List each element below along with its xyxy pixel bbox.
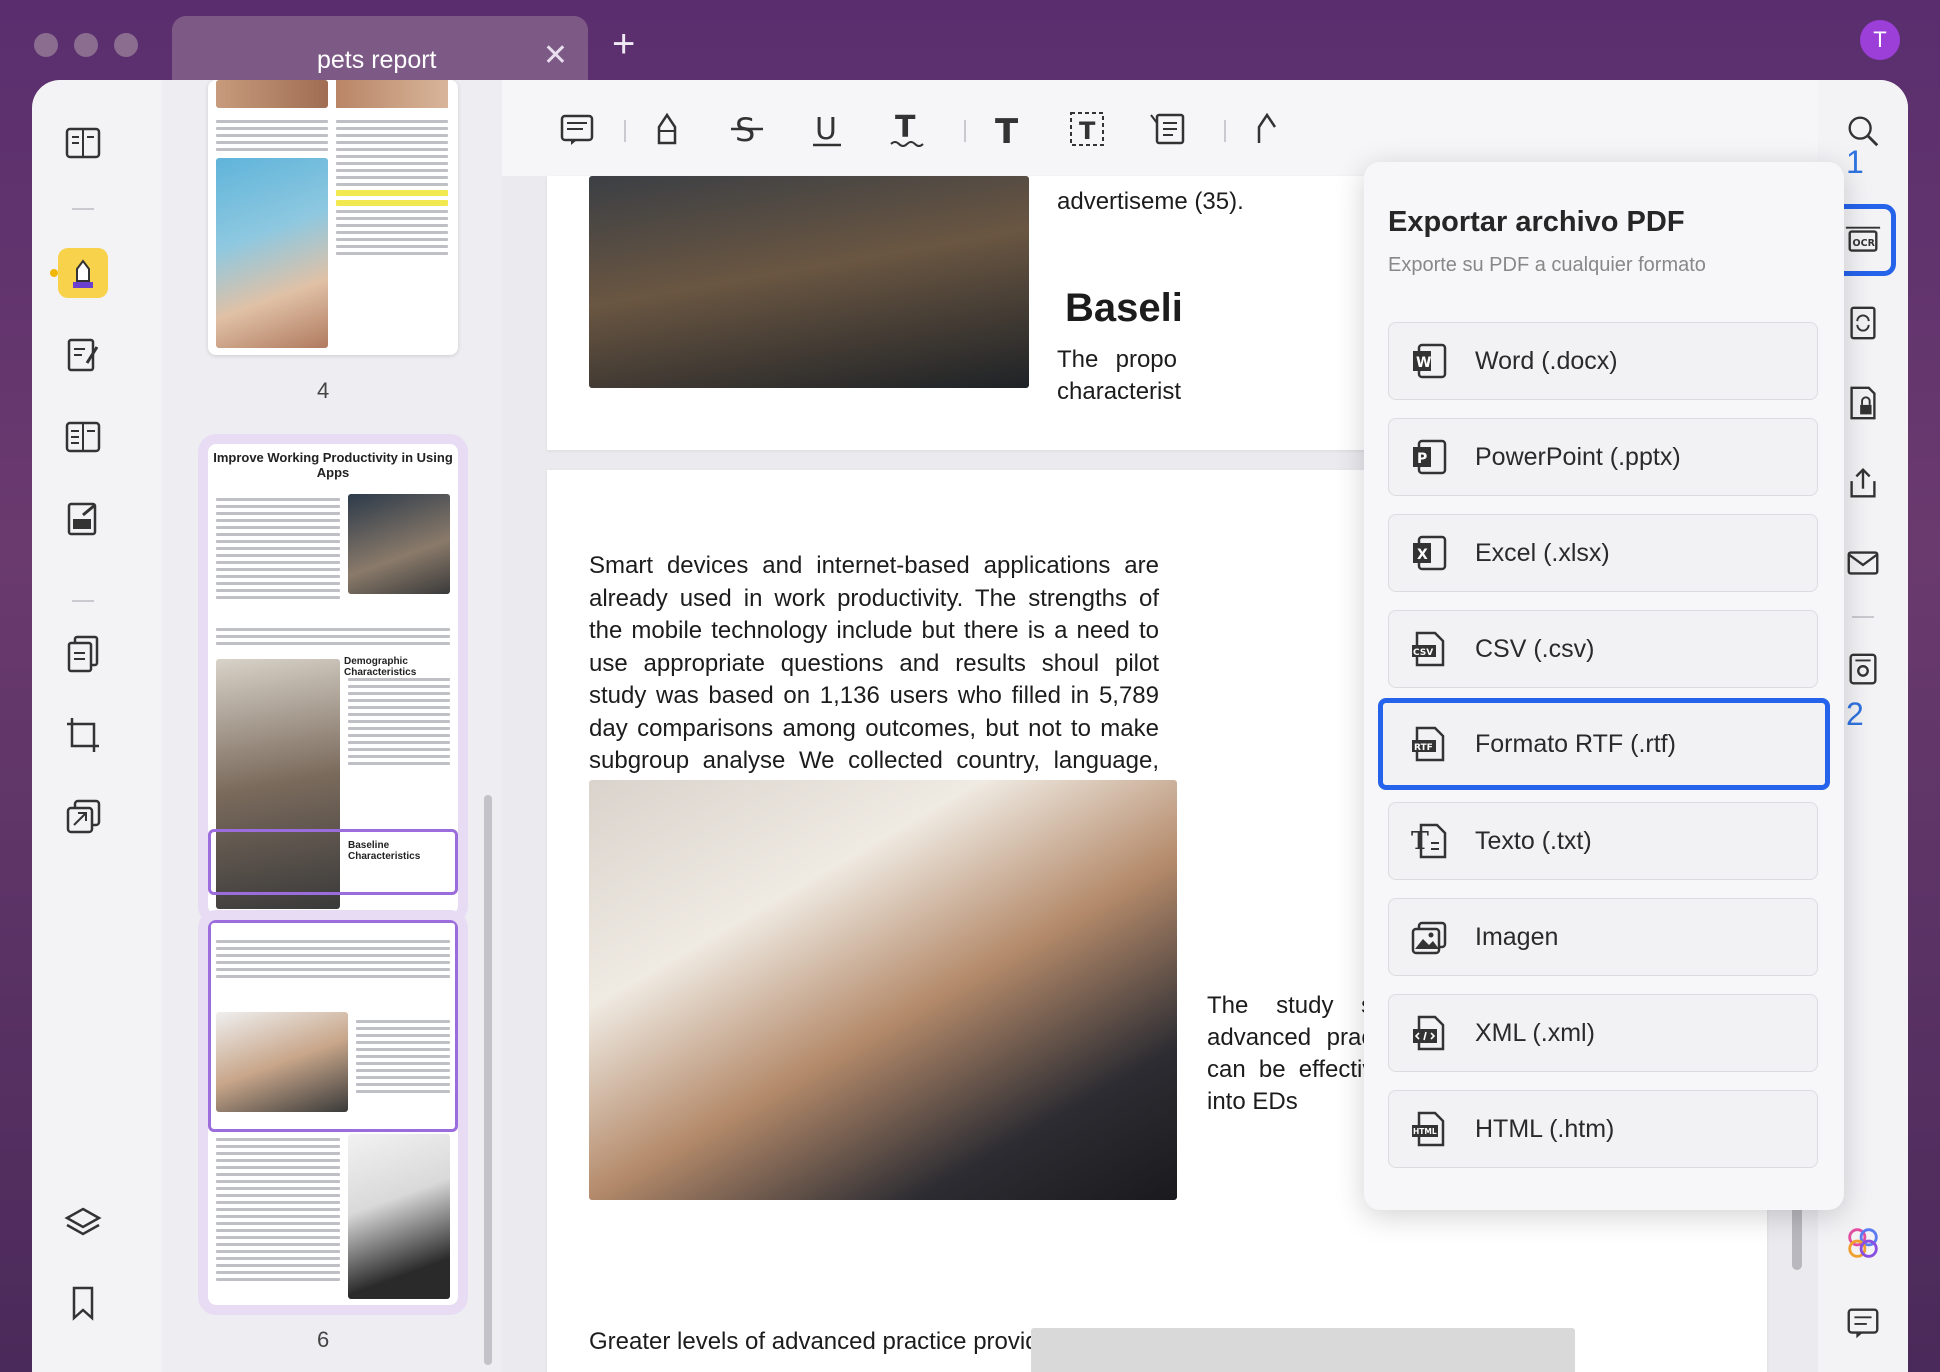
ocr-icon[interactable]: OCR: [1838, 216, 1888, 266]
close-window-button[interactable]: [34, 33, 58, 57]
image-icon: [1411, 921, 1447, 955]
strikethrough-icon[interactable]: S: [722, 104, 772, 154]
export-panel-title: Exportar archivo PDF: [1388, 206, 1685, 238]
xml-icon: [1413, 1015, 1445, 1051]
export-format-html[interactable]: HTML HTML (.htm): [1388, 1090, 1818, 1168]
export-format-xml[interactable]: XML (.xml): [1388, 994, 1818, 1072]
comment-highlighter-icon[interactable]: [50, 248, 108, 298]
csv-icon: CSV: [1412, 631, 1445, 667]
tab-title: pets report: [317, 46, 437, 74]
rtf-icon: RTF: [1412, 726, 1445, 762]
save-icon[interactable]: [1838, 644, 1888, 694]
svg-text:HTML: HTML: [1413, 1127, 1437, 1136]
comments-panel-icon[interactable]: [1838, 1298, 1888, 1348]
svg-text:T: T: [1079, 117, 1096, 145]
excel-icon: X: [1413, 535, 1447, 571]
export-format-label: Imagen: [1475, 922, 1559, 951]
minimize-window-button[interactable]: [74, 33, 98, 57]
form-edit-icon[interactable]: [58, 494, 108, 544]
protect-icon[interactable]: [1838, 378, 1888, 428]
thumbnail-page-5-heading2: Baseline Characteristics: [348, 840, 421, 862]
word-icon: W: [1413, 343, 1447, 379]
export-format-word[interactable]: W Word (.docx): [1388, 322, 1818, 400]
export-format-label: PowerPoint (.pptx): [1475, 442, 1681, 471]
svg-text:X: X: [1417, 547, 1428, 563]
text-tool-icon[interactable]: T: [982, 104, 1032, 154]
page-text-advertisement: advertiseme (35).: [1057, 188, 1244, 215]
export-format-label: Texto (.txt): [1475, 826, 1592, 855]
html-icon: HTML: [1412, 1111, 1445, 1147]
export-pdf-panel: Exportar archivo PDF Exporte su PDF a cu…: [1364, 162, 1844, 1210]
page-thumbnail-5[interactable]: Improve Working Productivity in Using Ap…: [198, 434, 468, 924]
page-image-bottom: [1031, 1328, 1575, 1372]
page-text-proportion: The propo characterist: [1057, 346, 1182, 405]
export-format-rtf[interactable]: RTF Formato RTF (.rtf): [1378, 698, 1830, 790]
underline-icon[interactable]: U: [802, 104, 852, 154]
export-format-label: Excel (.xlsx): [1475, 538, 1610, 567]
edit-pdf-icon[interactable]: [58, 330, 108, 380]
crop-pages-icon[interactable]: [58, 710, 108, 760]
bookmark-icon[interactable]: [58, 1278, 108, 1328]
export-format-txt[interactable]: T Texto (.txt): [1388, 802, 1818, 880]
svg-text:OCR: OCR: [1853, 238, 1876, 249]
convert-icon[interactable]: [1838, 298, 1888, 348]
export-format-label: HTML (.htm): [1475, 1114, 1615, 1143]
export-format-csv[interactable]: CSV CSV (.csv): [1388, 610, 1818, 688]
thumbnail-page-5-title: Improve Working Productivity in Using Ap…: [213, 450, 453, 480]
step-label-1: 1: [1846, 144, 1864, 180]
export-format-label: CSV (.csv): [1475, 634, 1595, 663]
thumbnail-scrollbar[interactable]: [484, 795, 492, 1365]
svg-text:W: W: [1416, 355, 1431, 371]
text-callout-icon[interactable]: [1142, 104, 1192, 154]
svg-text:T: T: [895, 110, 916, 145]
svg-text:P: P: [1417, 451, 1427, 467]
powerpoint-icon: P: [1413, 439, 1447, 475]
page-number-6: 6: [317, 1327, 330, 1352]
pencil-tool-icon[interactable]: [1242, 104, 1292, 154]
text-box-icon[interactable]: T: [1062, 104, 1112, 154]
svg-text:CSV: CSV: [1413, 648, 1433, 658]
highlight-tool-icon[interactable]: [642, 104, 692, 154]
export-format-powerpoint[interactable]: P PowerPoint (.pptx): [1388, 418, 1818, 496]
page-thumbnail-6[interactable]: [198, 910, 468, 1315]
thumbnail-panel: 4 Improve Working Productivity in Using …: [162, 80, 502, 1372]
batch-tools-icon[interactable]: [58, 792, 108, 842]
export-format-image[interactable]: Imagen: [1388, 898, 1818, 976]
new-tab-button[interactable]: +: [612, 22, 635, 67]
sticky-note-icon[interactable]: [552, 104, 602, 154]
left-tool-rail: [32, 80, 162, 1372]
page-heading-baseline: Baseli: [1065, 286, 1183, 330]
page-image-workers: [589, 176, 1029, 388]
export-format-label: Formato RTF (.rtf): [1475, 729, 1676, 758]
email-icon[interactable]: [1838, 538, 1888, 588]
page-thumbnail-4[interactable]: [208, 80, 458, 355]
txt-icon: T: [1411, 823, 1447, 859]
svg-text:T: T: [1411, 826, 1429, 855]
step-label-2: 2: [1846, 696, 1864, 732]
page-image-woman-laptop: [589, 780, 1177, 1200]
page-number-4: 4: [317, 378, 330, 403]
share-icon[interactable]: [1838, 458, 1888, 508]
squiggly-underline-icon[interactable]: T: [882, 104, 932, 154]
reader-mode-icon[interactable]: [58, 118, 108, 168]
zoom-window-button[interactable]: [114, 33, 138, 57]
svg-text:U: U: [815, 112, 837, 147]
svg-text:T: T: [995, 112, 1019, 149]
close-tab-icon[interactable]: ✕: [543, 38, 568, 73]
svg-text:RTF: RTF: [1414, 743, 1433, 753]
export-panel-subtitle: Exporte su PDF a cualquier formato: [1388, 254, 1706, 276]
app-window: 4 Improve Working Productivity in Using …: [32, 80, 1908, 1372]
ai-assistant-icon[interactable]: [1838, 1218, 1888, 1268]
user-avatar[interactable]: T: [1860, 20, 1900, 60]
export-format-label: XML (.xml): [1475, 1018, 1595, 1047]
layers-icon[interactable]: [58, 1198, 108, 1248]
export-format-excel[interactable]: X Excel (.xlsx): [1388, 514, 1818, 592]
page-layout-icon[interactable]: [58, 412, 108, 462]
export-format-label: Word (.docx): [1475, 346, 1618, 375]
organize-pages-icon[interactable]: [58, 628, 108, 678]
